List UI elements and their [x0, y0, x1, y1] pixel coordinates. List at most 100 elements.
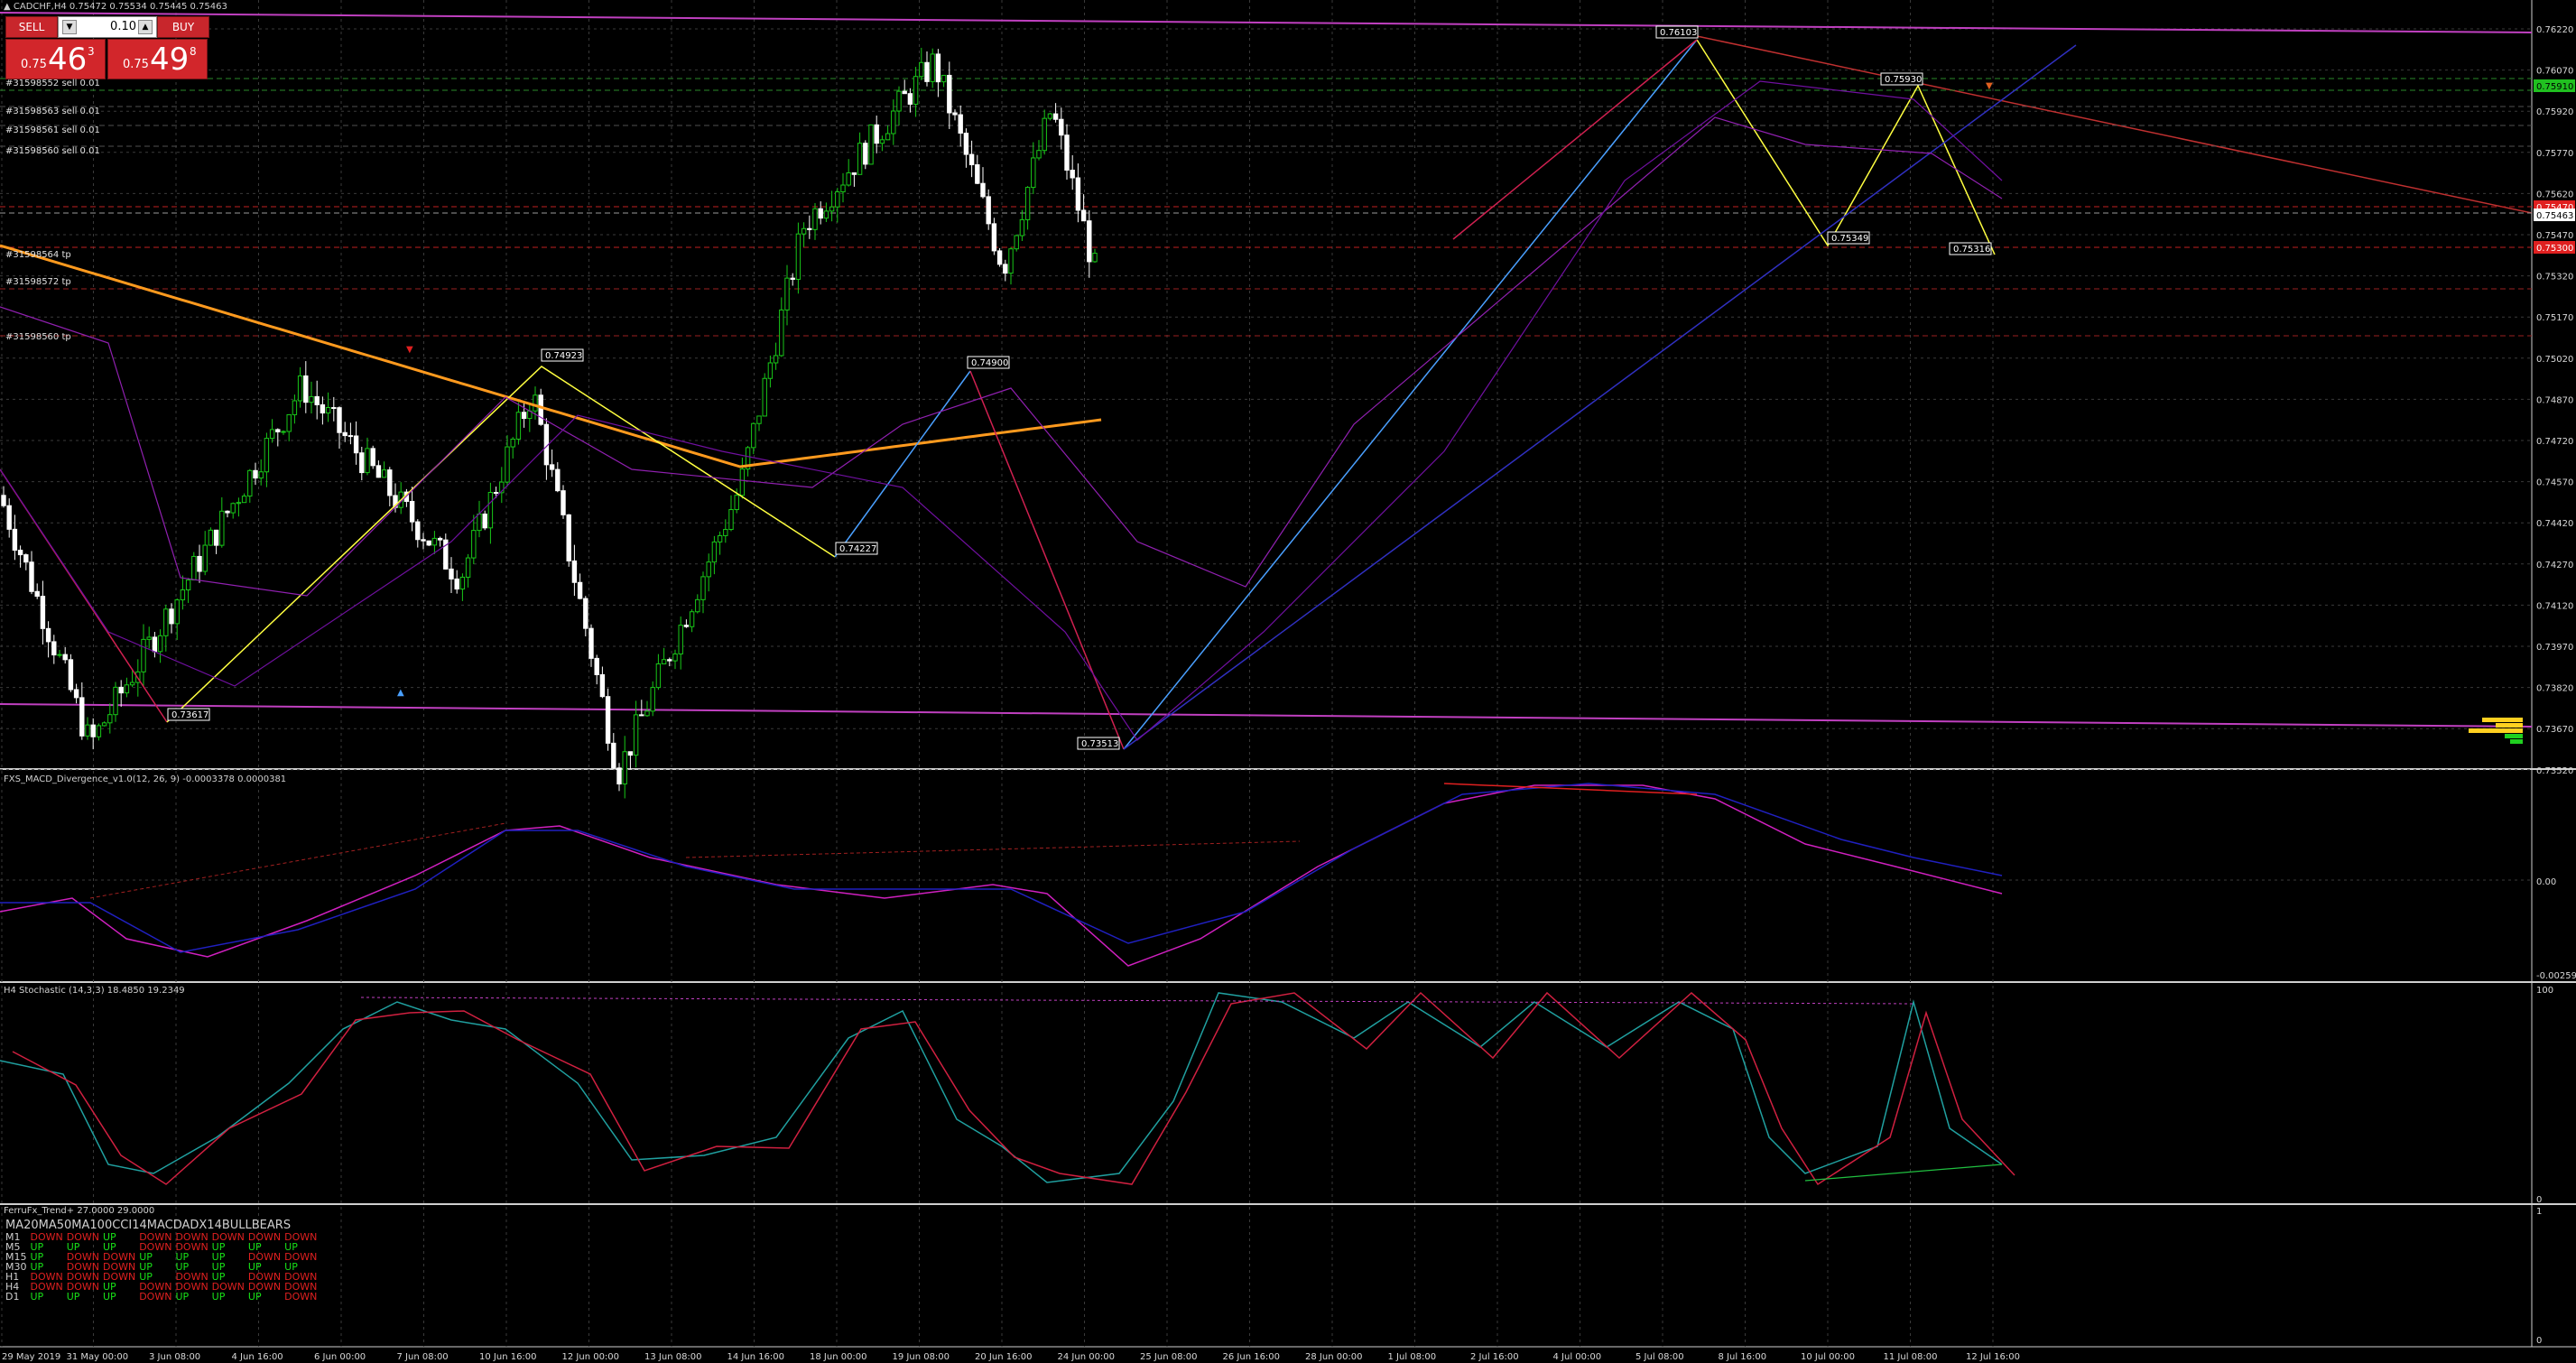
time-axis-label: 18 Jun 00:00 — [810, 1352, 867, 1362]
candle — [689, 611, 695, 627]
candle — [700, 576, 706, 600]
stochastic-label: H4 Stochastic (14,3,3) 18.4850 19.2349 — [4, 986, 185, 996]
candle — [588, 627, 594, 659]
candle — [6, 505, 12, 530]
zigzag-price-label: 0.73617 — [167, 708, 210, 721]
price-axis-label: 0.73670 — [2536, 725, 2573, 735]
sell-button[interactable]: SELL — [5, 16, 58, 38]
candle — [711, 541, 718, 563]
price-tag-label: 0.75910 — [2536, 82, 2573, 92]
price-axis-label: 0.75620 — [2536, 190, 2573, 199]
sell-arrow: ▼ — [1986, 81, 1993, 91]
candle — [113, 686, 118, 716]
candle — [728, 509, 734, 531]
candle — [1075, 177, 1081, 211]
candle — [1031, 157, 1036, 189]
candle — [1064, 134, 1070, 172]
candle — [627, 751, 634, 756]
price-axis-label: 0.75920 — [2536, 107, 2573, 117]
candle — [253, 469, 258, 479]
time-axis-label: 31 May 00:00 — [67, 1352, 129, 1362]
trend-cell: DOWN — [284, 1291, 318, 1303]
candle — [571, 560, 578, 583]
price-tag-label: 0.75300 — [2536, 244, 2573, 254]
time-axis-label: 26 Jun 16:00 — [1223, 1352, 1281, 1362]
candle — [482, 513, 487, 529]
candle — [723, 529, 728, 536]
zigzag-price-label: 0.74227 — [835, 542, 878, 555]
candle — [913, 76, 919, 105]
sell-price[interactable]: 0.75 46 3 — [5, 39, 106, 79]
candle — [449, 568, 454, 580]
trend-cell: UP — [30, 1291, 44, 1303]
time-axis-label: 2 Jul 16:00 — [1470, 1352, 1519, 1362]
price-axis-label: 0.73820 — [2536, 684, 2573, 694]
time-axis-label: 1 Jul 08:00 — [1388, 1352, 1437, 1362]
time-axis-label: 3 Jun 08:00 — [149, 1352, 200, 1362]
price-axis-label: 0.74720 — [2536, 437, 2573, 447]
candle — [230, 503, 236, 514]
candle — [12, 528, 18, 552]
candle — [773, 355, 779, 364]
chart-title: ▲ CADCHF,H4 0.75472 0.75534 0.75445 0.75… — [4, 2, 227, 12]
strength-bar — [2505, 734, 2523, 738]
candle — [857, 143, 863, 175]
candle — [891, 110, 896, 134]
candle — [1024, 187, 1031, 220]
candle — [303, 375, 309, 403]
candle — [219, 510, 225, 546]
candle — [347, 435, 354, 438]
lot-decrease-icon[interactable]: ▼ — [62, 20, 77, 34]
candle — [941, 74, 947, 83]
time-axis-label: 4 Jun 16:00 — [232, 1352, 283, 1362]
candle — [996, 250, 1003, 265]
time-axis-label: 12 Jul 16:00 — [1966, 1352, 2020, 1362]
lot-size-field[interactable]: ▼ 0.10 ▲ — [58, 16, 157, 38]
candle — [594, 657, 599, 675]
price-axis-label: 0.74420 — [2536, 519, 2573, 529]
candle — [202, 544, 208, 572]
zigzag-price-label: 0.76103 — [1655, 25, 1699, 39]
candle — [437, 537, 443, 541]
lot-size-value[interactable]: 0.10 — [110, 17, 136, 37]
candle — [1052, 113, 1059, 120]
candle — [45, 627, 51, 643]
candle — [515, 412, 522, 440]
candle — [762, 377, 767, 417]
zigzag-price-label: 0.75316 — [1949, 242, 1992, 255]
candle — [269, 429, 275, 440]
time-axis-label: 8 Jul 16:00 — [1719, 1352, 1767, 1362]
candle — [17, 550, 23, 556]
candle — [739, 468, 746, 496]
candle — [717, 534, 723, 542]
candle — [795, 233, 802, 280]
lot-increase-icon[interactable]: ▲ — [138, 20, 153, 34]
candle — [616, 767, 622, 785]
candle — [169, 608, 174, 625]
candle — [85, 724, 90, 737]
candle — [1059, 118, 1064, 136]
candle — [90, 724, 96, 737]
price-axis-label: 0.76070 — [2536, 67, 2573, 77]
candle — [919, 61, 924, 78]
candle — [947, 74, 952, 114]
time-axis-label: 25 Jun 08:00 — [1140, 1352, 1198, 1362]
buy-button[interactable]: BUY — [157, 16, 209, 38]
candle — [264, 438, 270, 473]
candle — [1036, 150, 1042, 159]
time-axis-label: 14 Jun 16:00 — [727, 1352, 785, 1362]
zigzag-price-label: 0.75930 — [1880, 72, 1923, 86]
candle — [1080, 209, 1087, 222]
sell-arrow: ▼ — [406, 345, 413, 355]
zigzag-line — [166, 366, 836, 723]
one-click-trading-panel: SELL ▼ 0.10 ▲ BUY 0.75 46 3 0.75 49 8 — [5, 16, 209, 79]
candle — [421, 539, 426, 542]
order-label: #31598563 sell 0.01 — [5, 107, 100, 116]
buy-price[interactable]: 0.75 49 8 — [107, 39, 208, 79]
candle — [431, 537, 438, 546]
time-axis-label: 12 Jun 00:00 — [562, 1352, 620, 1362]
candle — [73, 689, 79, 699]
candle — [930, 53, 935, 82]
chart-canvas[interactable]: 0.76220 0.76070 0.75920 0.75770 0.75620 0.754… — [0, 0, 2576, 1363]
candle — [34, 590, 40, 598]
